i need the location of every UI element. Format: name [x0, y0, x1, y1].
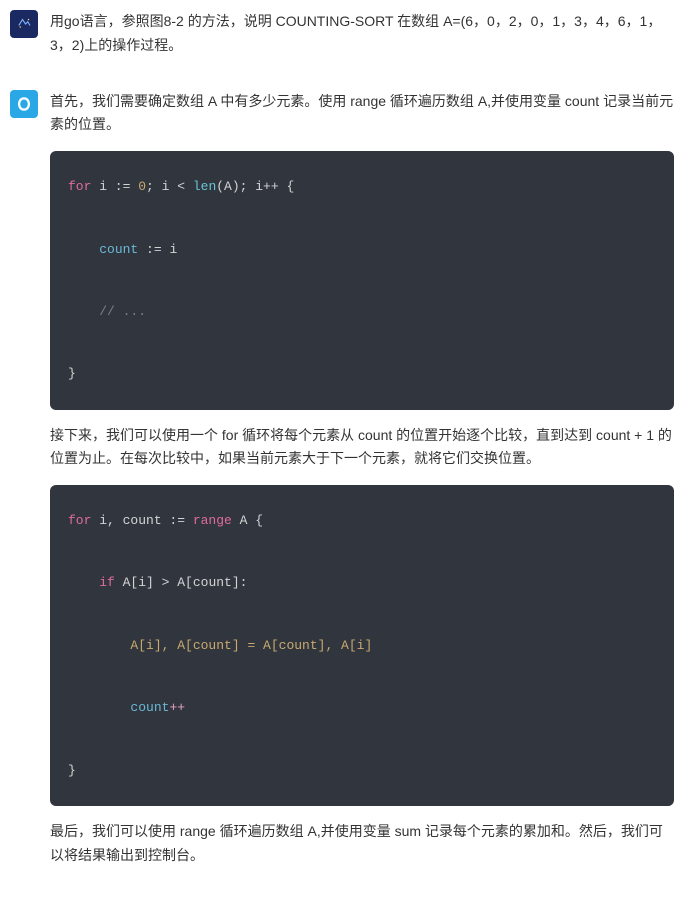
- code-token: }: [68, 366, 76, 381]
- bot-avatar-icon: [15, 95, 33, 113]
- code-token: A {: [232, 513, 263, 528]
- bot-paragraph-1: 首先，我们需要确定数组 A 中有多少元素。使用 range 循环遍历数组 A,并…: [50, 90, 674, 138]
- code-token: A[i], A[count] = A[count], A[i]: [130, 638, 372, 653]
- code-token: i :=: [91, 179, 138, 194]
- user-content: 用go语言，参照图8-2 的方法，说明 COUNTING-SORT 在数组 A=…: [50, 10, 674, 72]
- code-token: count: [130, 700, 169, 715]
- user-avatar: [10, 10, 38, 38]
- bot-paragraph-3: 最后，我们可以使用 range 循环遍历数组 A,并使用变量 sum 记录每个元…: [50, 820, 674, 868]
- code-token: // ...: [99, 304, 146, 319]
- user-avatar-icon: [15, 15, 33, 33]
- code-token: 0: [138, 179, 146, 194]
- code-token: range: [193, 513, 232, 528]
- code-token: for: [68, 179, 91, 194]
- code-token: len: [193, 179, 216, 194]
- code-token: i, count :=: [91, 513, 192, 528]
- code-token: }: [68, 763, 76, 778]
- user-message: 用go语言，参照图8-2 的方法，说明 COUNTING-SORT 在数组 A=…: [10, 10, 674, 72]
- code-token: for: [68, 513, 91, 528]
- code-token: A[i] > A[count]:: [115, 575, 248, 590]
- code-block-2: for i, count := range A { if A[i] > A[co…: [50, 485, 674, 806]
- bot-content: 首先，我们需要确定数组 A 中有多少元素。使用 range 循环遍历数组 A,并…: [50, 90, 674, 882]
- bot-avatar: [10, 90, 38, 118]
- code-token: ++: [169, 700, 185, 715]
- user-text: 用go语言，参照图8-2 的方法，说明 COUNTING-SORT 在数组 A=…: [50, 10, 674, 58]
- bot-message: 首先，我们需要确定数组 A 中有多少元素。使用 range 循环遍历数组 A,并…: [10, 90, 674, 882]
- code-token: := i: [138, 242, 177, 257]
- code-token: ; i <: [146, 179, 193, 194]
- code-token: count: [99, 242, 138, 257]
- code-block-1: for i := 0; i < len(A); i++ { count := i…: [50, 151, 674, 409]
- code-token: (A); i++ {: [216, 179, 294, 194]
- code-token: if: [99, 575, 115, 590]
- bot-paragraph-2: 接下来，我们可以使用一个 for 循环将每个元素从 count 的位置开始逐个比…: [50, 424, 674, 472]
